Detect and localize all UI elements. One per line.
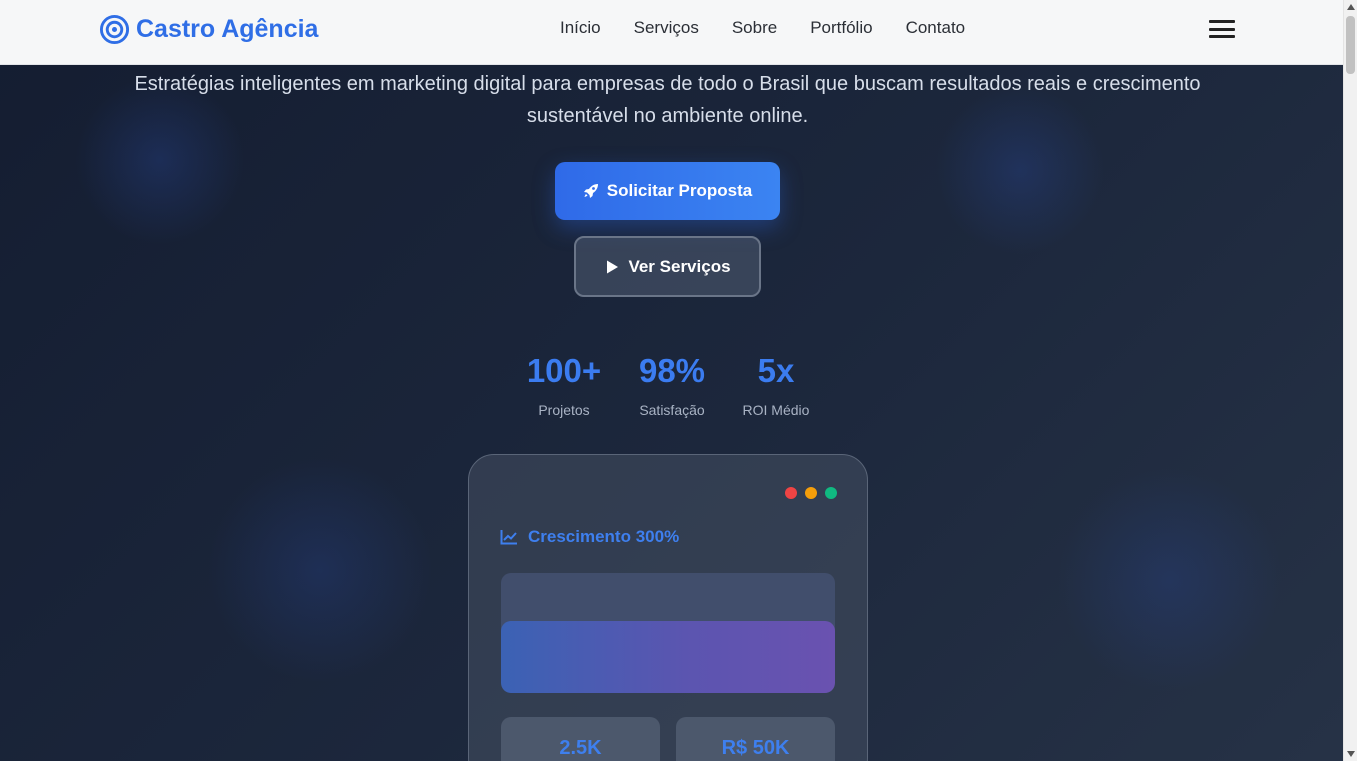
window-dots xyxy=(785,487,837,499)
stat-label: Projetos xyxy=(538,402,590,418)
window-dot-yellow xyxy=(805,487,817,499)
growth-dashboard-card: Crescimento 300% 2.5K R$ 50K xyxy=(468,454,868,761)
request-proposal-button[interactable]: Solicitar Proposta xyxy=(555,162,780,220)
scroll-down-arrow-icon[interactable] xyxy=(1347,751,1355,757)
brand-logo[interactable]: Castro Agência xyxy=(99,13,318,45)
target-icon xyxy=(99,14,130,44)
stat-projects: 100+ Projetos xyxy=(524,352,604,418)
stat-value: 5x xyxy=(757,352,795,389)
stat-value: 98% xyxy=(638,352,706,389)
stat-label: ROI Médio xyxy=(742,402,810,418)
brand-name: Castro Agência xyxy=(136,14,319,43)
chart-line-icon xyxy=(500,530,517,545)
metric-value: 2.5K xyxy=(559,737,602,759)
window-dot-red xyxy=(785,487,797,499)
site-header: Castro Agência Início Serviços Sobre Por… xyxy=(0,0,1343,65)
metric-revenue: R$ 50K xyxy=(676,717,835,761)
stat-value: 100+ xyxy=(526,352,602,389)
metric-value: R$ 50K xyxy=(721,737,790,759)
nav-link-sobre[interactable]: Sobre xyxy=(732,18,777,38)
card-title-text: Crescimento 300% xyxy=(528,527,680,546)
page: Castro Agência Início Serviços Sobre Por… xyxy=(0,0,1343,761)
scroll-thumb[interactable] xyxy=(1346,16,1355,74)
main-nav: Início Serviços Sobre Portfólio Contato xyxy=(560,18,998,38)
card-title: Crescimento 300% xyxy=(500,527,679,547)
stat-roi: 5x ROI Médio xyxy=(736,352,816,418)
stat-satisfaction: 98% Satisfação xyxy=(632,352,712,418)
stat-label: Satisfação xyxy=(639,402,705,418)
hero-subtitle: Estratégias inteligentes em marketing di… xyxy=(134,73,1201,127)
rocket-icon xyxy=(583,184,598,198)
growth-chart xyxy=(501,573,835,693)
nav-link-portfolio[interactable]: Portfólio xyxy=(810,18,872,38)
page-scrollbar[interactable] xyxy=(1343,0,1357,761)
nav-link-servicos[interactable]: Serviços xyxy=(634,18,699,38)
view-services-button[interactable]: Ver Serviços xyxy=(574,236,761,297)
nav-link-inicio[interactable]: Início xyxy=(560,18,601,38)
window-dot-green xyxy=(825,487,837,499)
play-icon xyxy=(607,260,619,273)
nav-link-contato[interactable]: Contato xyxy=(906,18,966,38)
metric-visitors: 2.5K xyxy=(501,717,660,761)
hamburger-menu-icon[interactable] xyxy=(1209,20,1235,38)
growth-bar xyxy=(501,621,835,693)
request-proposal-label: Solicitar Proposta xyxy=(606,181,753,200)
view-services-label: Ver Serviços xyxy=(628,256,731,276)
scroll-up-arrow-icon[interactable] xyxy=(1347,4,1355,10)
